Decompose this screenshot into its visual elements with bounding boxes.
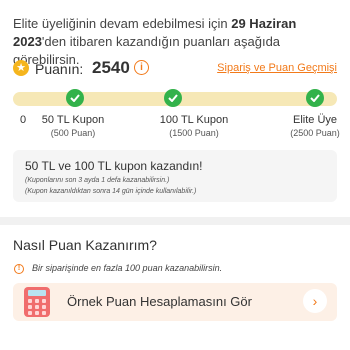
section-title: Nasıl Puan Kazanırım?: [13, 237, 157, 253]
example-calculation-label: Örnek Puan Hesaplamasını Gör: [67, 294, 252, 309]
points-value: 2540: [92, 58, 130, 77]
points-label: Puanın:: [35, 61, 84, 77]
points-progress-bar: [13, 89, 337, 107]
earned-coupons-box: 50 TL ve 100 TL kupon kazandın! (Kuponla…: [13, 150, 337, 202]
how-to-earn-card: Nasıl Puan Kazanırım? ! Bir siparişinde …: [0, 225, 350, 350]
tier-points: (2500 Puan): [290, 128, 340, 138]
earned-note-validity: (Kupon kazanıldıktan sonra 14 gün içinde…: [25, 188, 197, 195]
tier-points: (500 Puan): [50, 128, 96, 138]
star-icon: ★: [13, 60, 29, 76]
intro-prefix: Elite üyeliğinin devam edebilmesi için: [13, 16, 232, 31]
tier-points: (1500 Puan): [169, 128, 219, 138]
order-points-history-link[interactable]: Sipariş ve Puan Geçmişi: [217, 62, 337, 74]
info-icon[interactable]: i: [134, 60, 149, 75]
warning-icon: !: [14, 264, 24, 274]
example-calculation-button[interactable]: Örnek Puan Hesaplamasını Gör ›: [13, 283, 337, 321]
earned-title: 50 TL ve 100 TL kupon kazandın!: [25, 159, 203, 173]
calculator-icon: [24, 287, 50, 317]
progress-start-label: 0: [20, 114, 27, 126]
points-card: Elite üyeliğinin devam edebilmesi için 2…: [0, 0, 350, 217]
chevron-right-icon[interactable]: ›: [303, 289, 327, 313]
tier-elite: Elite Üye (2500 Puan): [283, 114, 347, 139]
check-icon: [164, 89, 182, 107]
check-icon: [306, 89, 324, 107]
tier-100tl: 100 TL Kupon (1500 Puan): [156, 114, 232, 139]
points-row: ★ Puanın: 2540 i Sipariş ve Puan Geçmişi: [13, 58, 337, 80]
tier-name: 50 TL Kupon: [41, 114, 105, 126]
tier-name: 100 TL Kupon: [159, 114, 229, 126]
max-points-notice: Bir siparişinde en fazla 100 puan kazana…: [32, 263, 223, 273]
earned-note-frequency: (Kuponlarını son 3 ayda 1 defa kazanabil…: [25, 177, 170, 184]
check-icon: [66, 89, 84, 107]
tier-name: Elite Üye: [292, 114, 338, 126]
tier-50tl: 50 TL Kupon (500 Puan): [38, 114, 108, 139]
